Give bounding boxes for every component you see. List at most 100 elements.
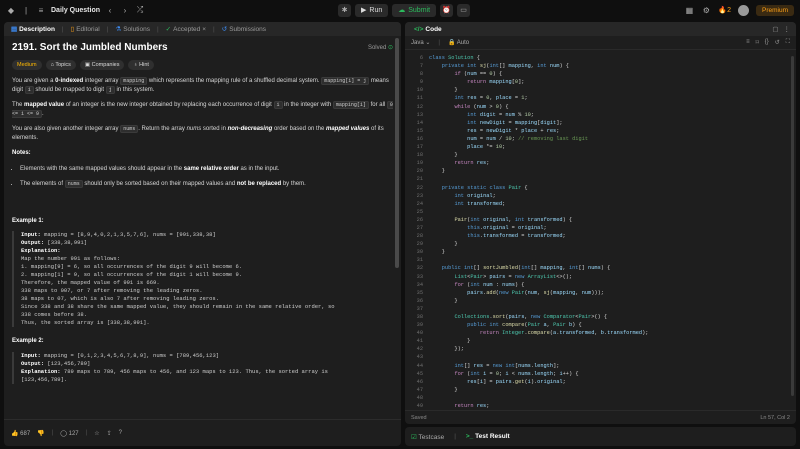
auto-complete-toggle[interactable]: 🔒 Auto: [448, 39, 469, 46]
more-icon[interactable]: ⋮: [784, 25, 791, 33]
shuffle-icon[interactable]: ⤮: [135, 5, 145, 15]
code-line[interactable]: for (int num : nums) {: [429, 281, 648, 289]
close-tab-icon[interactable]: ×: [202, 26, 206, 33]
tab-accepted[interactable]: ✓ Accepted ×: [163, 25, 209, 34]
code-line[interactable]: Collections.sort(pairs, new Comparator<P…: [429, 313, 648, 321]
reset-icon[interactable]: ↺: [775, 39, 780, 46]
code-line[interactable]: }: [429, 167, 648, 175]
code-line[interactable]: int[] res = new int[nums.length];: [429, 362, 648, 370]
run-button[interactable]: ▶ Run: [355, 3, 389, 17]
code-line[interactable]: return mapping[0];: [429, 78, 648, 86]
tab-solutions[interactable]: ⚗ Solutions: [112, 25, 153, 34]
debug-button[interactable]: ✱: [338, 3, 351, 17]
code-line[interactable]: });: [429, 345, 648, 353]
editor-scrollbar[interactable]: [791, 56, 794, 396]
tab-editorial[interactable]: ▯ Editorial: [68, 25, 103, 34]
tab-test-result[interactable]: >_ Test Result: [466, 433, 510, 440]
comments-button[interactable]: ◯ 127: [60, 430, 78, 437]
code-line[interactable]: }: [429, 151, 648, 159]
submit-button[interactable]: ☁ Submit: [392, 3, 437, 17]
like-button[interactable]: 👍 687: [11, 430, 30, 437]
code-line[interactable]: class Solution {: [429, 54, 648, 62]
code-line[interactable]: this.original = original;: [429, 224, 648, 232]
favorite-button[interactable]: ☆: [94, 430, 99, 437]
code-line[interactable]: place *= 10;: [429, 143, 648, 151]
code-line[interactable]: private static class Pair {: [429, 184, 648, 192]
bug-icon: ✱: [341, 7, 348, 14]
fullscreen-icon[interactable]: ⛶: [786, 39, 790, 46]
code-line[interactable]: List<Pair> pairs = new ArrayList<>();: [429, 273, 648, 281]
code-line[interactable]: Pair(int original, int transformed) {: [429, 216, 648, 224]
braces-icon[interactable]: {}: [765, 39, 769, 46]
code-line[interactable]: }: [429, 240, 648, 248]
code-line[interactable]: return res;: [429, 159, 648, 167]
code-line[interactable]: this.transformed = transformed;: [429, 232, 648, 240]
maximize-icon[interactable]: ▢: [772, 25, 778, 33]
settings-icon[interactable]: ⚙: [701, 5, 711, 15]
leetcode-logo-icon[interactable]: ◆: [6, 5, 16, 15]
tab-testcase[interactable]: ☑ Testcase: [411, 433, 444, 441]
code-line[interactable]: [429, 305, 648, 313]
difficulty-chip[interactable]: Medium: [12, 59, 42, 70]
code-line[interactable]: int newDigit = mapping[digit];: [429, 119, 648, 127]
line-number: 40: [416, 330, 423, 337]
layout-icon[interactable]: ▦: [684, 5, 694, 15]
description-scrollbar[interactable]: [395, 38, 399, 268]
bookmark-icon[interactable]: ⌑: [756, 39, 759, 46]
code-line[interactable]: }: [429, 248, 648, 256]
code-line[interactable]: public int[] sortJumbled(int[] mapping, …: [429, 264, 648, 272]
code-line[interactable]: int res = 0, place = 1;: [429, 94, 648, 102]
prev-question-icon[interactable]: ‹: [105, 5, 115, 15]
code-line[interactable]: }: [429, 297, 648, 305]
format-icon[interactable]: ≡: [746, 39, 750, 46]
code-line[interactable]: }: [429, 337, 648, 345]
next-question-icon[interactable]: ›: [120, 5, 130, 15]
code-content[interactable]: class Solution { private int sj(int[] ma…: [429, 54, 648, 409]
line-number: 46: [416, 378, 423, 385]
topics-chip[interactable]: ⌂ Topics: [45, 59, 76, 70]
code-line[interactable]: res = newDigit * place + res;: [429, 127, 648, 135]
code-line[interactable]: [429, 353, 648, 361]
code-line[interactable]: [429, 208, 648, 216]
hint-chip[interactable]: ♁ Hint: [128, 59, 154, 70]
code-line[interactable]: }: [429, 86, 648, 94]
problem-list-icon[interactable]: ≡: [36, 5, 46, 15]
tab-divider: |: [156, 25, 159, 33]
code-line[interactable]: num = num / 10; // removing last digit: [429, 135, 648, 143]
share-button[interactable]: ⇪: [107, 430, 112, 437]
code-editor[interactable]: 6 7 8 9 10 11 12 13 14 15 16 17 18 19 20 21 22 23 24 25 26 27…: [405, 52, 796, 409]
code-line[interactable]: for (int i = 0; i < nums.length; i++) {: [429, 370, 648, 378]
language-select[interactable]: Java ⌄: [411, 39, 430, 46]
code-line[interactable]: return res;: [429, 402, 648, 409]
timer-button[interactable]: ⏰: [440, 3, 454, 17]
code-line[interactable]: while (num > 0) {: [429, 103, 648, 111]
code-line[interactable]: public int compare(Pair a, Pair b) {: [429, 321, 648, 329]
streak-counter[interactable]: 🔥2: [718, 6, 731, 14]
code-line[interactable]: }: [429, 386, 648, 394]
help-button[interactable]: ?: [119, 430, 122, 436]
premium-button[interactable]: Premium: [755, 4, 794, 16]
code-line[interactable]: private int sj(int[] mapping, int num) {: [429, 62, 648, 70]
code-line[interactable]: if (num == 0) {: [429, 70, 648, 78]
code-line[interactable]: [429, 175, 648, 183]
companies-chip[interactable]: ▣ Companies: [79, 59, 125, 70]
checkbox-icon: ☑: [411, 433, 417, 441]
line-number: 42: [416, 346, 423, 353]
tab-code[interactable]: </> Code: [411, 26, 445, 33]
code-line[interactable]: [429, 256, 648, 264]
problem-title[interactable]: 2191. Sort the Jumbled Numbers: [12, 43, 168, 53]
code-line[interactable]: return Integer.compare(a.transformed, b.…: [429, 329, 649, 337]
lock-icon: ▣: [84, 61, 92, 68]
code-line[interactable]: int transformed;: [429, 200, 648, 208]
code-line[interactable]: pairs.add(new Pair(num, sj(mapping, num)…: [429, 289, 648, 297]
code-line[interactable]: res[i] = pairs.get(i).original;: [429, 378, 648, 386]
tab-description[interactable]: ▤ Description: [8, 25, 58, 34]
code-line[interactable]: [429, 394, 648, 402]
avatar[interactable]: [737, 4, 749, 16]
notes-button[interactable]: ▭: [457, 3, 471, 17]
code-line[interactable]: int digit = num % 10;: [429, 111, 648, 119]
dislike-button[interactable]: 👎: [37, 430, 44, 437]
app-title[interactable]: Daily Question: [51, 7, 100, 14]
code-line[interactable]: int original;: [429, 192, 648, 200]
tab-submissions[interactable]: ↺ Submissions: [219, 25, 269, 34]
